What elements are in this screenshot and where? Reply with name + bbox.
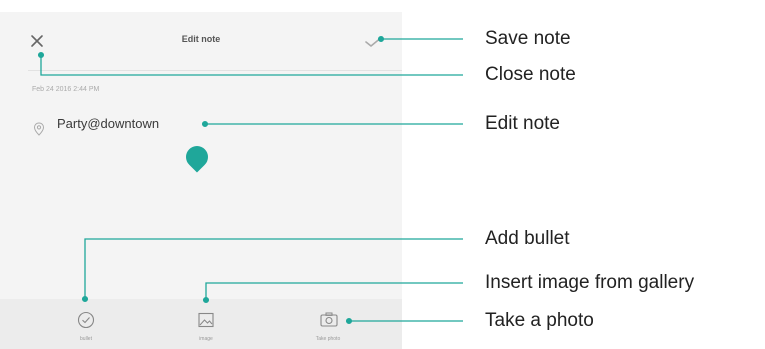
camera-icon — [320, 312, 338, 327]
callout-close-note: Close note — [485, 64, 576, 85]
note-text-field[interactable]: Party@downtown — [57, 116, 159, 131]
divider — [28, 70, 402, 71]
insert-image-button[interactable]: image — [171, 299, 241, 349]
callout-add-bullet: Add bullet — [485, 228, 570, 249]
location-pin-icon — [33, 122, 45, 136]
callout-take-photo: Take a photo — [485, 310, 594, 331]
title-bar: Edit note — [0, 12, 402, 64]
take-photo-label: Take photo — [315, 336, 341, 342]
checkbox-circle-icon — [77, 311, 95, 329]
page-title: Edit note — [181, 34, 221, 44]
callout-save-note: Save note — [485, 28, 571, 49]
callout-insert-image: Insert image from gallery — [485, 272, 695, 293]
checkmark-icon — [365, 36, 383, 47]
text-cursor-handle[interactable] — [181, 141, 213, 173]
add-bullet-button[interactable]: bullet — [51, 299, 121, 349]
add-bullet-label: bullet — [80, 336, 92, 342]
image-icon — [198, 312, 214, 328]
note-timestamp: Feb 24 2016 2:44 PM — [32, 86, 100, 93]
take-photo-button[interactable]: Take photo — [293, 299, 363, 349]
callout-edit-note: Edit note — [485, 113, 560, 134]
save-note-button[interactable] — [362, 30, 386, 52]
phone-screen: Edit note Feb 24 2016 2:44 PM Party@down… — [0, 12, 402, 349]
bottom-toolbar: bullet image Take photo — [0, 299, 402, 349]
insert-image-label: image — [199, 336, 213, 342]
